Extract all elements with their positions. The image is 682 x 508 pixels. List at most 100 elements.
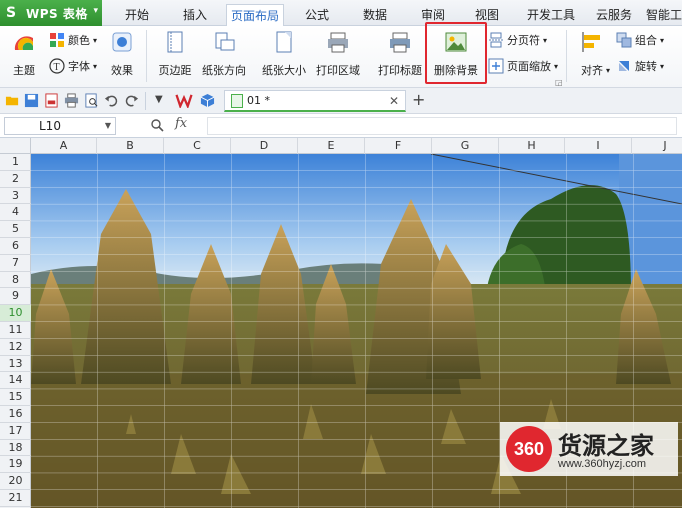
fonts-button[interactable]: T 字体 ▾ xyxy=(49,58,97,74)
effects-label: 效果 xyxy=(111,64,133,77)
row-header[interactable]: 2 xyxy=(0,171,31,188)
customize-dropdown-icon[interactable]: ▼ xyxy=(155,94,163,105)
zoom-search-icon[interactable] xyxy=(150,118,164,132)
page-break-icon xyxy=(489,32,503,48)
row-header[interactable]: 16 xyxy=(0,406,31,423)
tab-cloud[interactable]: 云服务 xyxy=(590,4,638,26)
group-button[interactable]: 组合 ▾ xyxy=(616,32,664,48)
document-tab[interactable]: 01 * ✕ xyxy=(224,90,406,112)
tab-smart[interactable]: 智能工 xyxy=(646,4,682,26)
row-header[interactable]: 18 xyxy=(0,440,31,457)
rotate-label: 旋转 xyxy=(635,60,657,73)
align-button[interactable]: 对齐 ▾ xyxy=(574,26,610,78)
menu-bar: S WPS 表格 ▾ 开始 插入 页面布局 公式 数据 审阅 视图 开发工具 云… xyxy=(0,0,682,26)
tab-data[interactable]: 数据 xyxy=(356,4,394,26)
column-header[interactable]: G xyxy=(432,138,499,154)
row-header[interactable]: 19 xyxy=(0,456,31,474)
page-break-button[interactable]: 分页符 ▾ xyxy=(488,32,547,48)
name-box-value: L10 xyxy=(39,119,61,133)
row-header[interactable]: 12 xyxy=(0,339,31,356)
app-title: WPS 表格 xyxy=(26,6,88,21)
print-preview-icon[interactable] xyxy=(84,93,99,108)
row-header[interactable]: 8 xyxy=(0,272,31,289)
tab-developer[interactable]: 开发工具 xyxy=(520,4,582,26)
select-all-corner[interactable] xyxy=(0,138,31,154)
fonts-label: 字体 xyxy=(68,60,90,73)
undo-icon[interactable] xyxy=(104,93,119,108)
name-box[interactable]: L10 ▼ xyxy=(4,117,116,135)
wps-w-icon[interactable] xyxy=(175,93,193,108)
color-palette-icon xyxy=(50,33,64,47)
row-header[interactable]: 11 xyxy=(0,322,31,339)
row-header[interactable]: 20 xyxy=(0,473,31,490)
column-header[interactable]: I xyxy=(565,138,632,154)
new-tab-plus-icon[interactable]: + xyxy=(412,90,425,109)
chevron-down-icon: ▾ xyxy=(93,6,98,16)
page-zoom-label: 页面缩放 xyxy=(507,60,551,73)
theme-button[interactable]: 主题 xyxy=(6,26,42,78)
fx-icon[interactable]: fx xyxy=(175,116,187,131)
page-break-label: 分页符 xyxy=(507,34,540,47)
column-header[interactable]: J xyxy=(632,138,682,154)
row-header[interactable]: 17 xyxy=(0,423,31,440)
tab-page-layout[interactable]: 页面布局 xyxy=(226,4,284,26)
column-header[interactable]: E xyxy=(298,138,365,154)
row-header[interactable]: 6 xyxy=(0,238,31,255)
print-area-button[interactable]: 打印区域 xyxy=(312,26,364,78)
row-header[interactable]: 13 xyxy=(0,356,31,373)
print-icon[interactable] xyxy=(64,93,79,108)
colors-button[interactable]: 颜色 ▾ xyxy=(49,32,97,48)
rotate-button[interactable]: 旋转 ▾ xyxy=(616,58,664,74)
column-header[interactable]: C xyxy=(164,138,231,154)
row-header[interactable]: 15 xyxy=(0,389,31,406)
row-header[interactable]: 4 xyxy=(0,204,31,222)
close-icon[interactable]: ✕ xyxy=(389,94,399,108)
row-header[interactable]: 1 xyxy=(0,154,31,171)
ribbon-dialog-launcher-icon[interactable]: ◲ xyxy=(555,78,563,87)
margins-button[interactable]: 页边距 xyxy=(152,26,198,78)
tab-insert[interactable]: 插入 xyxy=(176,4,214,26)
print-area-icon xyxy=(328,32,348,53)
paper-size-icon xyxy=(276,31,292,53)
align-icon xyxy=(582,32,600,52)
effects-button[interactable]: 效果 xyxy=(104,26,140,78)
cube-icon[interactable] xyxy=(200,93,215,108)
page-zoom-icon xyxy=(488,58,504,74)
open-folder-icon[interactable] xyxy=(5,93,20,108)
align-label: 对齐 xyxy=(581,64,603,77)
row-header-selected[interactable]: 10 xyxy=(0,305,31,322)
group-label: 组合 xyxy=(635,34,657,47)
row-header[interactable]: 5 xyxy=(0,221,31,238)
formula-bar: L10 ▼ fx xyxy=(0,114,682,138)
column-header[interactable]: F xyxy=(365,138,432,154)
app-menu-button[interactable]: S WPS 表格 ▾ xyxy=(0,0,102,26)
row-header[interactable]: 14 xyxy=(0,372,31,390)
column-header[interactable]: A xyxy=(31,138,97,154)
export-pdf-icon[interactable] xyxy=(44,93,59,108)
column-header-bar: A B C D E F G H I J xyxy=(0,138,682,154)
print-area-label: 打印区域 xyxy=(316,64,360,77)
document-tab-title: 01 * xyxy=(247,94,270,107)
orientation-button[interactable]: 纸张方向 xyxy=(198,26,250,78)
separator xyxy=(145,92,146,110)
row-header[interactable]: 7 xyxy=(0,255,31,272)
print-titles-icon xyxy=(390,32,410,53)
column-header[interactable]: H xyxy=(499,138,565,154)
tab-formulas[interactable]: 公式 xyxy=(298,4,336,26)
chevron-down-icon[interactable]: ▼ xyxy=(105,118,111,134)
print-titles-button[interactable]: 打印标题 xyxy=(374,26,426,78)
tab-home[interactable]: 开始 xyxy=(118,4,156,26)
row-header[interactable]: 21 xyxy=(0,490,31,507)
column-header[interactable]: B xyxy=(97,138,164,154)
watermark: 360 货源之家 www.360hyzj.com xyxy=(500,422,678,476)
paper-size-button[interactable]: 纸张大小 xyxy=(258,26,310,78)
formula-input[interactable] xyxy=(207,117,677,135)
redo-icon[interactable] xyxy=(124,93,139,108)
colors-label: 颜色 xyxy=(68,34,90,47)
print-titles-label: 打印标题 xyxy=(378,64,422,77)
row-header[interactable]: 9 xyxy=(0,288,31,306)
column-header[interactable]: D xyxy=(231,138,298,154)
row-header[interactable]: 3 xyxy=(0,188,31,205)
page-zoom-button[interactable]: 页面缩放 ▾ xyxy=(488,58,558,74)
save-icon[interactable] xyxy=(24,93,39,108)
